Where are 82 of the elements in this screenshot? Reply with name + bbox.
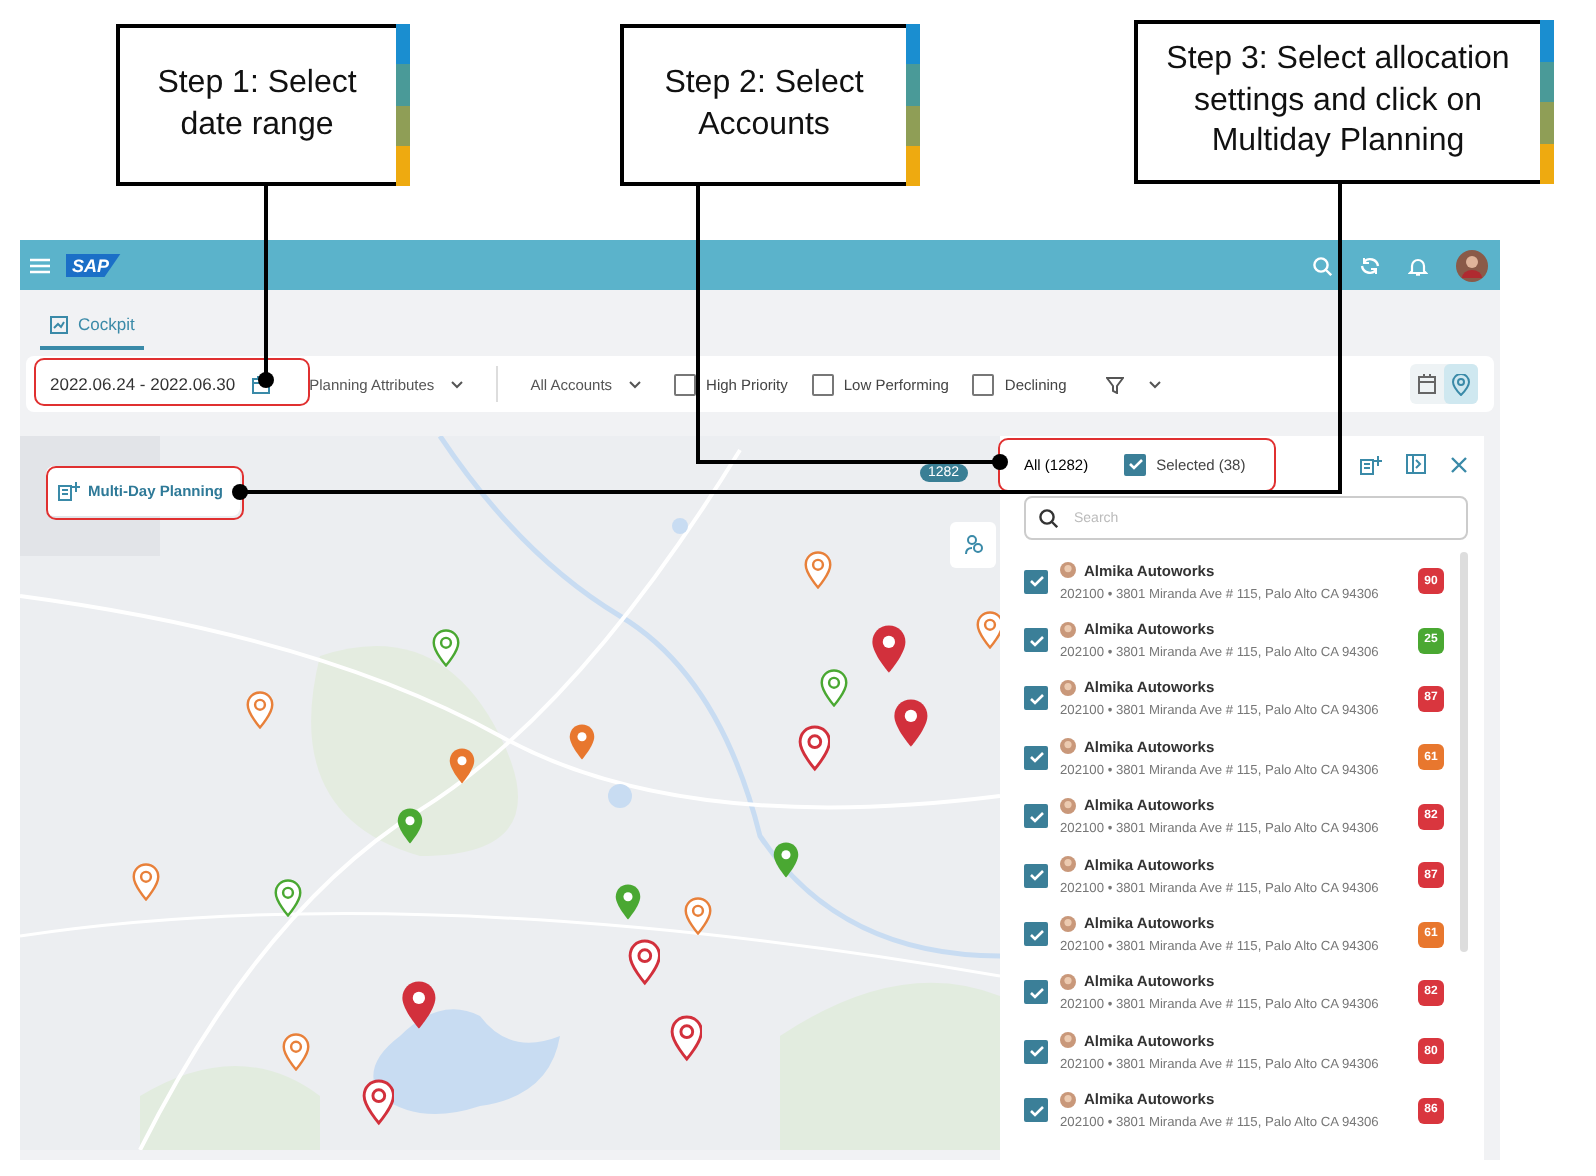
map-pin-icon[interactable] (820, 668, 848, 708)
tab[interactable]: Cockpit (40, 314, 145, 350)
avatar-icon (1060, 797, 1076, 814)
checkmark-icon (1127, 456, 1144, 472)
sync-icon[interactable] (1360, 255, 1380, 275)
checkbox-square[interactable] (811, 373, 834, 395)
map-pin-icon[interactable] (361, 1077, 395, 1126)
filter-icon[interactable] (1106, 375, 1125, 393)
panel-icon[interactable] (1406, 454, 1426, 474)
avatar-icon (1060, 1091, 1076, 1108)
checkmark-icon (1027, 631, 1045, 650)
checkbox-square[interactable] (1124, 453, 1147, 475)
map-pin-icon[interactable] (772, 840, 800, 880)
map-view-button[interactable] (1444, 364, 1478, 404)
map-pin-icon (1452, 373, 1470, 395)
map-pin-icon[interactable] (396, 806, 424, 846)
map-pin-icon[interactable] (669, 1013, 703, 1062)
map-pin-icon[interactable] (614, 882, 642, 922)
map-pin-icon[interactable] (804, 550, 832, 590)
people-icon (963, 534, 983, 556)
checkbox-square[interactable] (1024, 804, 1048, 829)
map-pin-icon[interactable] (274, 878, 302, 918)
callout-text: Step 2: Select Accounts (662, 63, 866, 145)
checkbox-square[interactable] (1024, 745, 1048, 770)
checkmark-icon (1027, 866, 1045, 885)
map-pin-icon[interactable] (869, 621, 907, 676)
checkbox-square[interactable] (1024, 1039, 1048, 1064)
avatar-icon (1060, 1032, 1076, 1049)
close-icon[interactable] (1450, 455, 1468, 473)
dashboard-icon (50, 315, 68, 333)
bell-icon[interactable] (1408, 255, 1428, 275)
map-pin-icon[interactable] (976, 610, 1000, 650)
avatar-icon (1060, 915, 1076, 932)
map-pin-icon[interactable] (246, 690, 274, 730)
avatar-icon (1060, 621, 1076, 638)
scrollbar[interactable] (1460, 552, 1468, 952)
map-pin-icon[interactable] (684, 896, 712, 936)
planning-icon (58, 480, 80, 502)
map-pin-icon[interactable] (627, 937, 661, 986)
checkbox-square[interactable] (1024, 628, 1048, 653)
callout-text: Step 1: Select date range (155, 63, 359, 145)
chevron-icon (628, 379, 643, 389)
date-range-field[interactable]: 2022.06.24 - 2022.06.30 (42, 374, 278, 394)
checkmark-icon (1027, 983, 1045, 1002)
map-pin-icon[interactable] (399, 977, 437, 1032)
checkbox-square[interactable] (972, 373, 995, 395)
calendar-icon (1418, 374, 1436, 394)
avatar-icon (1060, 738, 1076, 755)
checkmark-icon (1027, 807, 1045, 826)
map-pin-icon[interactable] (797, 723, 831, 772)
callout-text: Step 3: Select allocation settings and click on Multiday Planning (1164, 39, 1512, 163)
checkbox-square[interactable] (1024, 922, 1048, 947)
logo: SAP (66, 253, 122, 277)
chevron-icon (450, 379, 465, 389)
checkmark-icon (1027, 1042, 1045, 1061)
checkmark-icon (1027, 689, 1045, 708)
checkbox-square[interactable] (1024, 863, 1048, 888)
chevron-icon[interactable] (1148, 379, 1163, 389)
avatar-icon[interactable] (1456, 249, 1488, 281)
map-pin-icon[interactable] (448, 746, 476, 786)
checkmark-icon (1027, 572, 1045, 591)
menu-icon[interactable] (30, 257, 50, 273)
avatar-icon (1060, 562, 1076, 579)
checkbox-square[interactable] (1024, 686, 1048, 711)
checkbox-square[interactable] (1024, 1098, 1048, 1123)
checkbox-square[interactable] (1024, 569, 1048, 594)
map-pin-icon[interactable] (432, 628, 460, 668)
map-pin-icon[interactable] (132, 862, 160, 902)
checkmark-icon (1027, 748, 1045, 767)
checkbox-square[interactable] (1024, 980, 1048, 1005)
calendar-icon (251, 375, 270, 393)
avatar-icon (1060, 679, 1076, 696)
checkbox-square[interactable] (674, 373, 697, 395)
people-button[interactable] (950, 522, 996, 568)
search-icon[interactable] (1312, 255, 1332, 275)
map-pin-icon[interactable] (568, 722, 596, 762)
avatar-icon (1060, 973, 1076, 990)
checkmark-icon (1027, 925, 1045, 944)
checkmark-icon (1027, 1101, 1045, 1120)
avatar-icon (1060, 856, 1076, 873)
map-pin-icon[interactable] (891, 695, 929, 750)
map-pin-icon[interactable] (282, 1032, 310, 1072)
